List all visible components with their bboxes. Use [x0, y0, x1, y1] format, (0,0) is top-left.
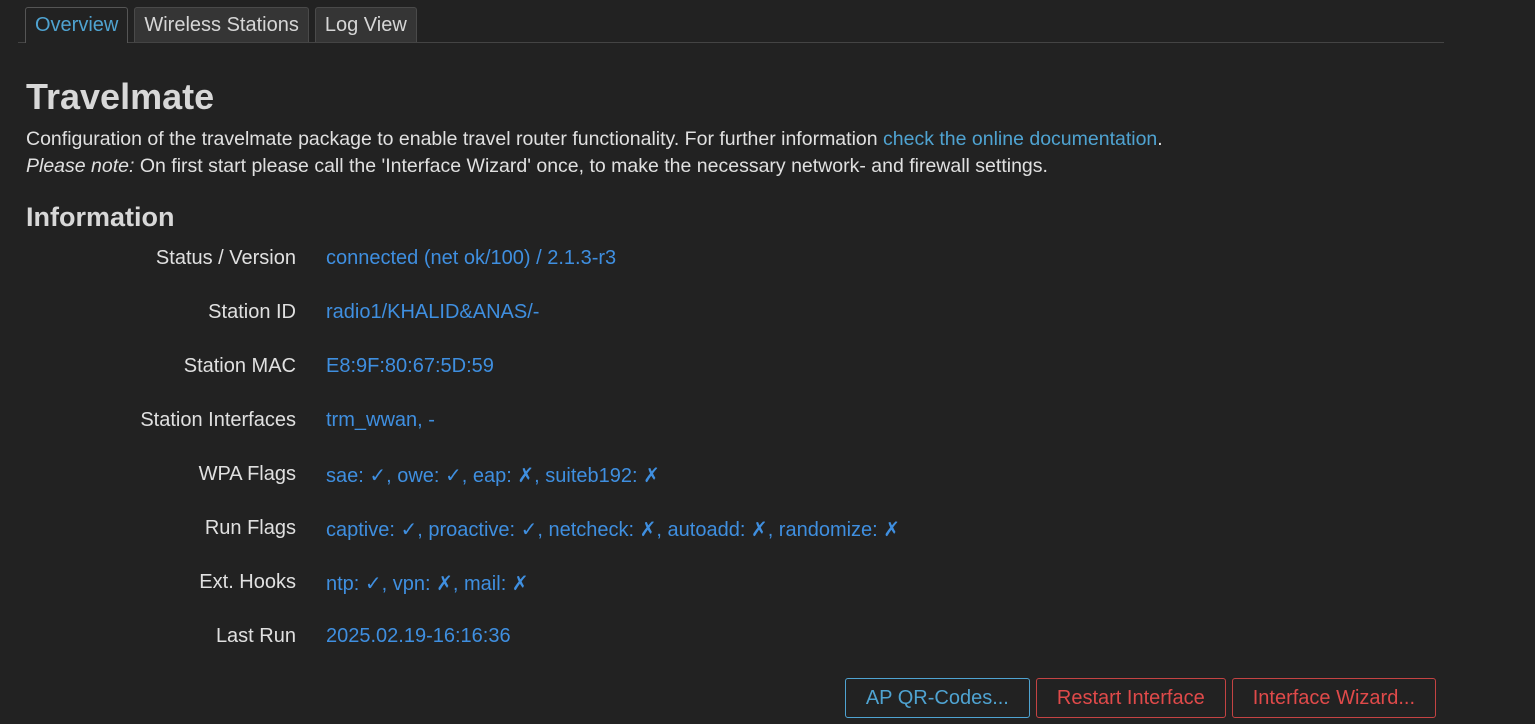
info-value: E8:9F:80:67:5D:59 [326, 355, 494, 377]
interface-wizard-button[interactable]: Interface Wizard... [1231, 678, 1436, 718]
tab-wireless-stations[interactable]: Wireless Stations [134, 7, 309, 42]
info-row-status: Status / Version connected (net ok/100) … [0, 242, 1200, 296]
description-line: Configuration of the travelmate package … [26, 126, 1163, 153]
info-row-last-run: Last Run 2025.02.19-16:16:36 [0, 620, 1200, 674]
info-value: ntp: ✓, vpn: ✗, mail: ✗ [326, 573, 529, 595]
info-label: Station Interfaces [140, 409, 296, 431]
action-buttons: AP QR-Codes... Restart Interface Interfa… [844, 678, 1436, 718]
info-row-station-id: Station ID radio1/KHALID&ANAS/- [0, 296, 1200, 350]
ap-qr-codes-button[interactable]: AP QR-Codes... [844, 678, 1030, 718]
note-line: Please note: On first start please call … [26, 153, 1163, 180]
tab-overview[interactable]: Overview [25, 7, 129, 43]
information-title: Information [26, 202, 175, 232]
info-label: Station ID [208, 301, 296, 323]
description-text: Configuration of the travelmate package … [26, 128, 884, 150]
info-row-station-interfaces: Station Interfaces trm_wwan, - [0, 404, 1200, 458]
page: Overview Wireless Stations Log View Trav… [0, 0, 1535, 724]
info-label: Last Run [215, 625, 296, 647]
page-description: Configuration of the travelmate package … [26, 126, 1163, 180]
note-text: On first start please call the 'Interfac… [134, 155, 1048, 177]
documentation-link[interactable]: check the online documentation [883, 128, 1157, 150]
info-value: sae: ✓, owe: ✓, eap: ✗, suiteb192: ✗ [326, 465, 660, 487]
info-label: Station MAC [183, 355, 296, 377]
tab-log-view[interactable]: Log View [314, 7, 417, 42]
info-value: captive: ✓, proactive: ✓, netcheck: ✗, a… [326, 519, 901, 541]
information-list: Status / Version connected (net ok/100) … [0, 242, 1200, 674]
info-row-ext-hooks: Ext. Hooks ntp: ✓, vpn: ✗, mail: ✗ [0, 566, 1200, 620]
page-title: Travelmate [26, 76, 215, 117]
info-value: connected (net ok/100) / 2.1.3-r3 [326, 247, 617, 269]
info-value: radio1/KHALID&ANAS/- [326, 301, 540, 323]
info-row-run-flags: Run Flags captive: ✓, proactive: ✓, netc… [0, 512, 1200, 566]
info-label: Run Flags [204, 517, 296, 539]
info-label: Status / Version [155, 247, 296, 269]
info-row-wpa-flags: WPA Flags sae: ✓, owe: ✓, eap: ✗, suiteb… [0, 458, 1200, 512]
description-end: . [1157, 128, 1163, 150]
restart-interface-button[interactable]: Restart Interface [1035, 678, 1226, 718]
info-row-station-mac: Station MAC E8:9F:80:67:5D:59 [0, 350, 1200, 404]
info-value: 2025.02.19-16:16:36 [326, 625, 511, 647]
tab-bar: Overview Wireless Stations Log View [18, 7, 1444, 43]
info-label: WPA Flags [198, 463, 296, 485]
note-label: Please note: [26, 155, 135, 177]
info-value: trm_wwan, - [326, 409, 435, 431]
info-label: Ext. Hooks [199, 571, 296, 593]
